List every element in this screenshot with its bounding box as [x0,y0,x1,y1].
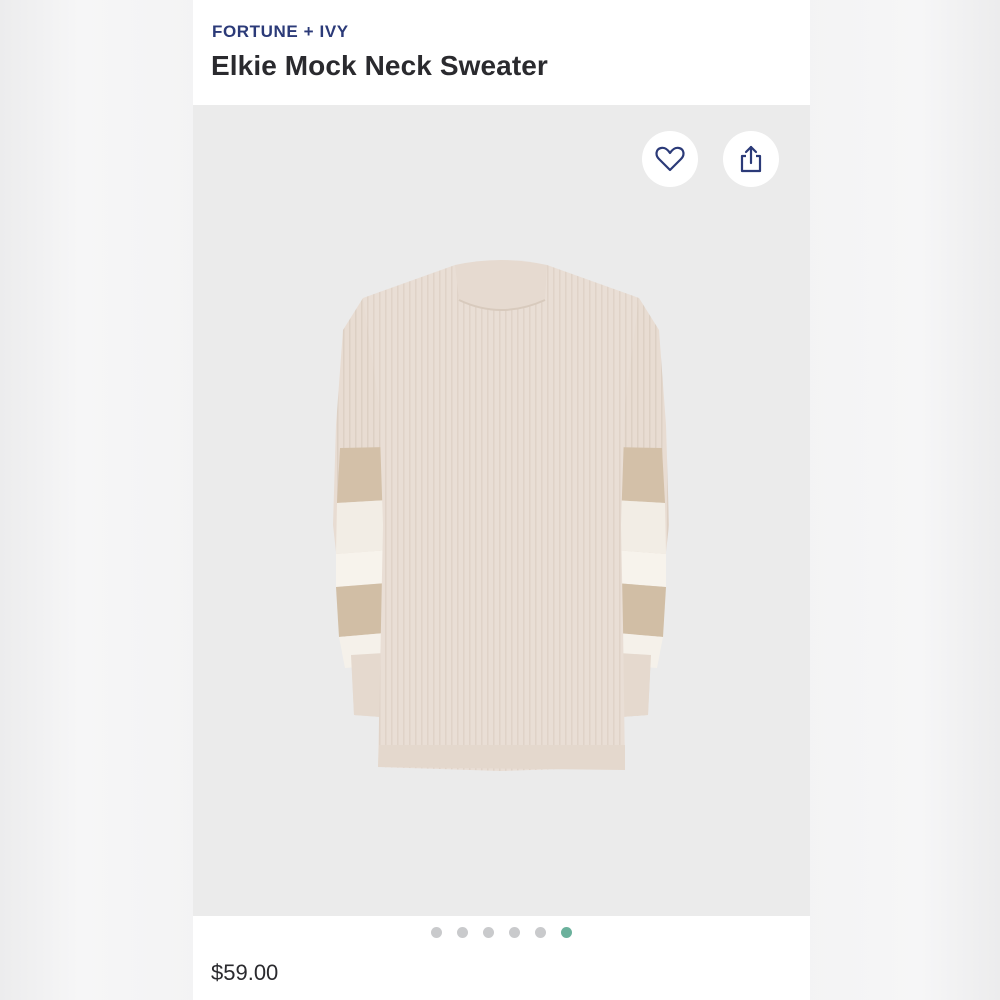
product-header: FORTUNE + IVY Elkie Mock Neck Sweater [193,0,810,105]
brand-name[interactable]: FORTUNE + IVY [212,22,349,42]
product-image-area[interactable] [193,105,810,916]
sweater-image [333,260,669,771]
carousel-dot[interactable] [483,927,494,938]
carousel-dot-active[interactable] [561,927,572,938]
favorite-button[interactable] [642,131,698,187]
carousel-dot[interactable] [457,927,468,938]
carousel-dot[interactable] [509,927,520,938]
carousel-dot[interactable] [431,927,442,938]
product-card: FORTUNE + IVY Elkie Mock Neck Sweater $5… [193,0,810,1000]
product-price: $59.00 [211,960,279,985]
carousel-dot[interactable] [535,927,546,938]
share-icon [740,145,762,173]
heart-icon [655,146,685,172]
carousel-indicator [193,927,810,947]
share-button[interactable] [723,131,779,187]
product-title: Elkie Mock Neck Sweater [211,50,548,81]
